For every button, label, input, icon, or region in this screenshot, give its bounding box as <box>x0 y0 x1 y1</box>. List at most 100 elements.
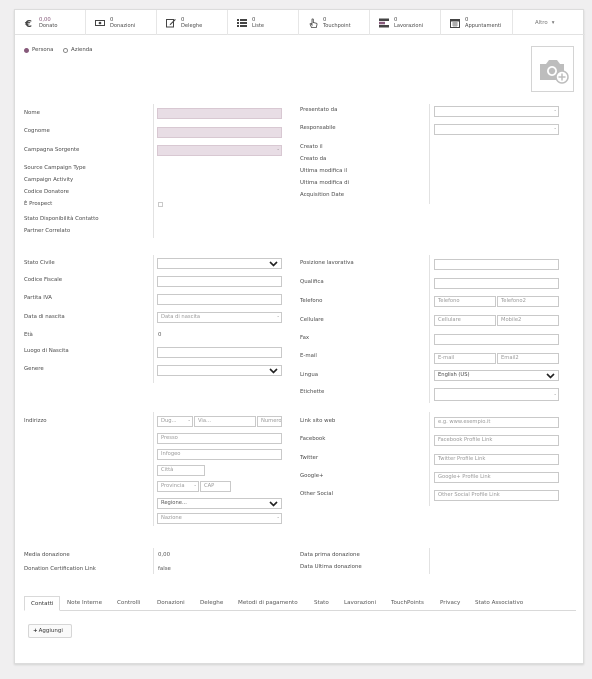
via-placeholder: Via... <box>198 418 212 424</box>
twitter-label: Twitter <box>300 455 319 461</box>
mobile2-placeholder: Mobile2 <box>501 317 522 323</box>
data-nascita-field[interactable]: Data di nascita - <box>157 312 282 323</box>
campagna-label: Campagna Sorgente <box>24 147 80 153</box>
telefono-placeholder: Telefono <box>438 298 460 304</box>
etichette-field[interactable]: - <box>434 388 559 401</box>
more-dropdown[interactable]: Altro ▾ <box>513 10 585 35</box>
qualifica-field[interactable] <box>434 278 559 289</box>
website-field[interactable]: e.g. www.esempio.it <box>434 417 559 428</box>
list-icon <box>237 18 247 27</box>
column-divider <box>429 255 430 403</box>
nome-field[interactable] <box>157 108 282 119</box>
numero-field[interactable]: Numero <box>257 416 282 427</box>
appuntamenti-button[interactable]: 0 Appuntamenti <box>441 10 513 35</box>
presentato-select[interactable]: - <box>434 106 559 117</box>
radio-persona[interactable] <box>24 48 29 53</box>
column-divider <box>153 104 154 238</box>
posizione-label: Posizione lavorativa <box>300 260 354 266</box>
via-field[interactable]: Via... <box>194 416 256 427</box>
lingua-select[interactable]: English (US) <box>434 370 559 381</box>
nome-label: Nome <box>24 110 40 116</box>
regione-placeholder: Regione... <box>161 500 187 506</box>
telefono2-placeholder: Telefono2 <box>501 298 526 304</box>
cellulare-label: Cellulare <box>300 317 324 323</box>
select-caret-icon: - <box>554 108 556 114</box>
tab-controlli[interactable]: Controlli <box>117 596 140 611</box>
provincia-select[interactable]: Provincia - <box>157 481 199 492</box>
email2-placeholder: Email2 <box>501 355 519 361</box>
deleghe-button[interactable]: 0 Deleghe <box>157 10 228 35</box>
telefono2-field[interactable]: Telefono2 <box>497 296 559 307</box>
tab-touchpoints[interactable]: TouchPoints <box>391 596 424 611</box>
column-divider <box>153 412 154 526</box>
google-field[interactable]: Google+ Profile Link <box>434 472 559 483</box>
indirizzo-label: Indirizzo <box>24 418 47 424</box>
dug-select[interactable]: Dug... - <box>157 416 193 427</box>
genere-select[interactable] <box>157 365 282 376</box>
provincia-placeholder: Provincia <box>161 483 185 489</box>
cap-field[interactable]: CAP <box>200 481 231 492</box>
lavorazioni-button[interactable]: 0 Lavorazioni <box>370 10 441 35</box>
twitter-field[interactable]: Twitter Profile Link <box>434 454 559 465</box>
donato-button[interactable]: € 0,00 Donato <box>15 10 86 35</box>
other-social-field[interactable]: Other Social Profile Link <box>434 490 559 501</box>
mobile2-field[interactable]: Mobile2 <box>497 315 559 326</box>
campagna-select[interactable]: - <box>157 145 282 156</box>
media-donazione-value: 0,00 <box>158 552 171 558</box>
tab-stato-associativo[interactable]: Stato Associativo <box>475 596 523 611</box>
chevron-down-icon <box>269 368 278 374</box>
calendar-icon <box>450 18 460 28</box>
google-label: Google+ <box>300 473 324 479</box>
partita-iva-field[interactable] <box>157 294 282 305</box>
select-caret-icon: - <box>554 392 556 398</box>
posizione-field[interactable] <box>434 259 559 270</box>
regione-select[interactable]: Regione... <box>157 498 282 509</box>
tab-metodi-pagamento[interactable]: Metodi di pagamento <box>238 596 298 611</box>
tab-donazioni[interactable]: Donazioni <box>157 596 185 611</box>
citta-field[interactable]: Città <box>157 465 205 476</box>
cognome-field[interactable] <box>157 127 282 138</box>
column-divider <box>429 412 430 506</box>
infogeo-field[interactable]: Infogeo <box>157 449 282 460</box>
form-sheet: € 0,00 Donato 0 Donazioni 0 Deleghe 0 Liste … <box>14 9 585 664</box>
donazioni-button[interactable]: 0 Donazioni <box>86 10 157 35</box>
touchpoint-button[interactable]: 0 Touchpoint <box>299 10 370 35</box>
column-divider <box>153 255 154 383</box>
qualifica-label: Qualifica <box>300 279 324 285</box>
avatar[interactable] <box>531 46 574 92</box>
nazione-select[interactable]: Nazione - <box>157 513 282 524</box>
facebook-placeholder: Facebook Profile Link <box>438 437 493 443</box>
tab-stato[interactable]: Stato <box>314 596 329 611</box>
presso-field[interactable]: Presso <box>157 433 282 444</box>
column-divider <box>429 104 430 204</box>
email-field[interactable]: E-mail <box>434 353 496 364</box>
telefono-label: Telefono <box>300 298 323 304</box>
select-caret-icon: - <box>188 418 190 424</box>
email2-field[interactable]: Email2 <box>497 353 559 364</box>
select-caret-icon: - <box>277 147 279 153</box>
etichette-label: Etichette <box>300 389 325 395</box>
prospect-checkbox[interactable] <box>158 202 163 207</box>
luogo-field[interactable] <box>157 347 282 358</box>
fax-field[interactable] <box>434 334 559 345</box>
facebook-field[interactable]: Facebook Profile Link <box>434 435 559 446</box>
tab-deleghe[interactable]: Deleghe <box>200 596 223 611</box>
cellulare-field[interactable]: Cellulare <box>434 315 496 326</box>
cert-link-value: false <box>158 566 171 572</box>
lingua-value: English (US) <box>438 372 470 378</box>
add-line-button[interactable]: +Aggiungi <box>28 624 72 638</box>
tab-contatti[interactable]: Contatti <box>24 596 61 611</box>
select-caret-icon: - <box>277 515 279 521</box>
radio-azienda[interactable] <box>63 48 68 53</box>
tab-privacy[interactable]: Privacy <box>440 596 460 611</box>
tab-note-interne[interactable]: Note Interne <box>67 596 102 611</box>
tab-lavorazioni[interactable]: Lavorazioni <box>344 596 376 611</box>
stato-civile-select[interactable] <box>157 258 282 269</box>
liste-button[interactable]: 0 Liste <box>228 10 299 35</box>
lingua-label: Lingua <box>300 372 319 378</box>
cognome-label: Cognome <box>24 128 50 134</box>
telefono-field[interactable]: Telefono <box>434 296 496 307</box>
codice-fiscale-field[interactable] <box>157 276 282 287</box>
media-donazione-label: Media donazione <box>24 552 70 558</box>
responsabile-select[interactable]: - <box>434 124 559 135</box>
